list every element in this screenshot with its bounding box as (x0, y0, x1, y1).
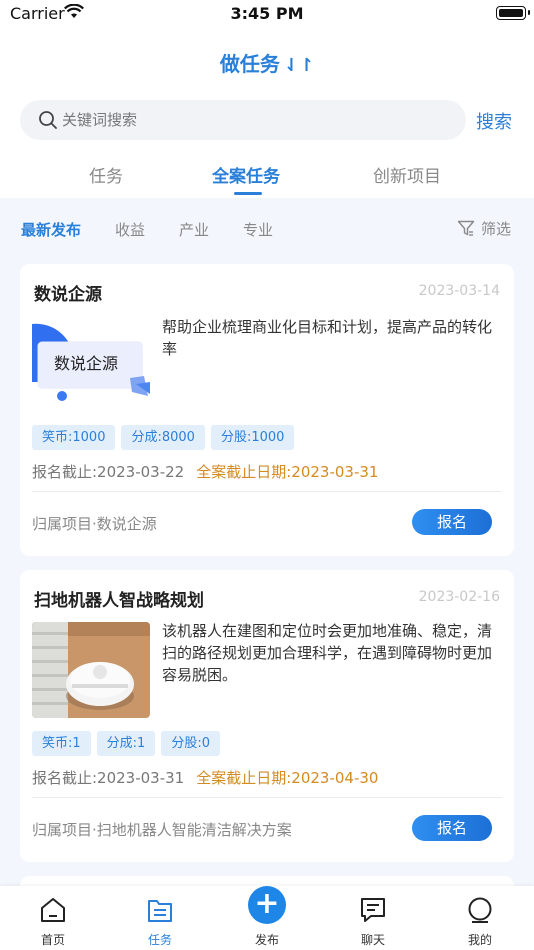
plus-icon: + (248, 886, 286, 924)
card-date: 2023-02-16 (418, 589, 500, 605)
signup-button[interactable]: 报名 (412, 815, 492, 841)
tab-tasks[interactable]: 任务 (89, 162, 123, 187)
nav-publish-label: 发布 (254, 933, 279, 947)
swap-icon: ⇃↾ (283, 55, 315, 76)
nav-chat[interactable]: 聊天 (333, 886, 413, 950)
filter-industry[interactable]: 产业 (179, 219, 209, 240)
final-deadline: 全案截止日期:2023-04-30 (196, 769, 379, 787)
task-card[interactable]: 数说企源 2023-03-14 数说企源 帮助企业梳理商业化目标和计划，提高产品… (20, 264, 514, 556)
header: 做任务⇃↾ 搜索 任务 全案任务 创新项目 (0, 28, 534, 198)
bottom-tab-bar: 首页 任务 + 发布 聊天 我的 (0, 886, 534, 950)
tab-innovation-projects[interactable]: 创新项目 (373, 162, 441, 187)
search-box[interactable] (20, 100, 466, 140)
final-deadline: 全案截止日期:2023-03-31 (196, 463, 379, 481)
task-card[interactable]: 扫地机器人智战略规划 2023-02-16 该机器人在建图和定位时会更加地准确、… (20, 570, 514, 862)
tag-shares: 分股:1000 (210, 425, 295, 450)
signup-deadline: 报名截止:2023-03-31 (32, 769, 185, 787)
top-tabs: 任务 全案任务 创新项目 (0, 156, 534, 198)
filter-bar: 最新发布 收益 产业 专业 筛选 (0, 198, 534, 260)
funnel-icon (457, 220, 475, 236)
nav-profile-label: 我的 (467, 933, 492, 947)
card-description: 该机器人在建图和定位时会更加地准确、稳定，清扫的路径规划更加合理科学，在遇到障碍… (162, 622, 493, 684)
filter-latest[interactable]: 最新发布 (21, 219, 81, 240)
card-title: 扫地机器人智战略规划 (34, 591, 204, 611)
chat-icon (361, 898, 385, 922)
project-label: 归属项目·数说企源 (32, 515, 157, 533)
tab-full-tasks[interactable]: 全案任务 (212, 162, 280, 187)
nav-tasks[interactable]: 任务 (120, 886, 200, 950)
nav-tasks-label: 任务 (147, 933, 172, 947)
nav-chat-label: 聊天 (360, 933, 385, 947)
tag-shares: 分股:0 (161, 731, 220, 756)
card-thumbnail (32, 622, 150, 718)
project-label: 归属项目·扫地机器人智能清洁解决方案 (32, 821, 292, 839)
active-tab-indicator (234, 192, 262, 195)
divider (32, 797, 502, 798)
filter-income[interactable]: 收益 (115, 219, 145, 240)
card-title: 数说企源 (34, 285, 102, 305)
nav-home[interactable]: 首页 (13, 886, 93, 950)
filter-specialty[interactable]: 专业 (243, 219, 273, 240)
signup-button[interactable]: 报名 (412, 509, 492, 535)
tag-commission: 分成:8000 (121, 425, 205, 450)
card-description: 帮助企业梳理商业化目标和计划，提高产品的转化率 (162, 318, 493, 358)
filter-label: 筛选 (481, 220, 512, 238)
page-title[interactable]: 做任务 ⇃↾ (0, 48, 534, 77)
status-bar: Carrier 3:45 PM (0, 0, 534, 28)
search-button[interactable]: 搜索 (476, 108, 512, 134)
reward-tags: 笑币:1 分成:1 分股:0 (32, 731, 226, 756)
card-thumbnail: 数说企源 (32, 320, 150, 416)
tag-coins: 笑币:1000 (32, 425, 116, 450)
tag-coins: 笑币:1 (32, 731, 91, 756)
home-icon (41, 898, 65, 922)
divider (32, 491, 502, 492)
deadlines: 报名截止:2023-03-31 全案截止日期:2023-04-30 (32, 767, 378, 788)
battery-icon (496, 6, 530, 20)
page-title-text: 做任务 (219, 52, 280, 76)
card-date: 2023-03-14 (418, 283, 500, 299)
nav-publish[interactable]: + 发布 (227, 886, 307, 950)
profile-icon (468, 897, 492, 923)
reward-tags: 笑币:1000 分成:8000 分股:1000 (32, 425, 300, 450)
tag-commission: 分成:1 (96, 731, 156, 756)
filter-button[interactable]: 筛选 (457, 218, 511, 239)
deadlines: 报名截止:2023-03-22 全案截止日期:2023-03-31 (32, 461, 378, 482)
nav-profile[interactable]: 我的 (440, 886, 520, 950)
signup-deadline: 报名截止:2023-03-22 (32, 463, 185, 481)
thumbnail-label: 数说企源 (54, 354, 119, 373)
clock: 3:45 PM (230, 4, 304, 23)
task-icon (148, 900, 172, 922)
search-icon (38, 110, 58, 134)
search-input[interactable] (62, 100, 452, 140)
nav-home-label: 首页 (40, 933, 65, 947)
